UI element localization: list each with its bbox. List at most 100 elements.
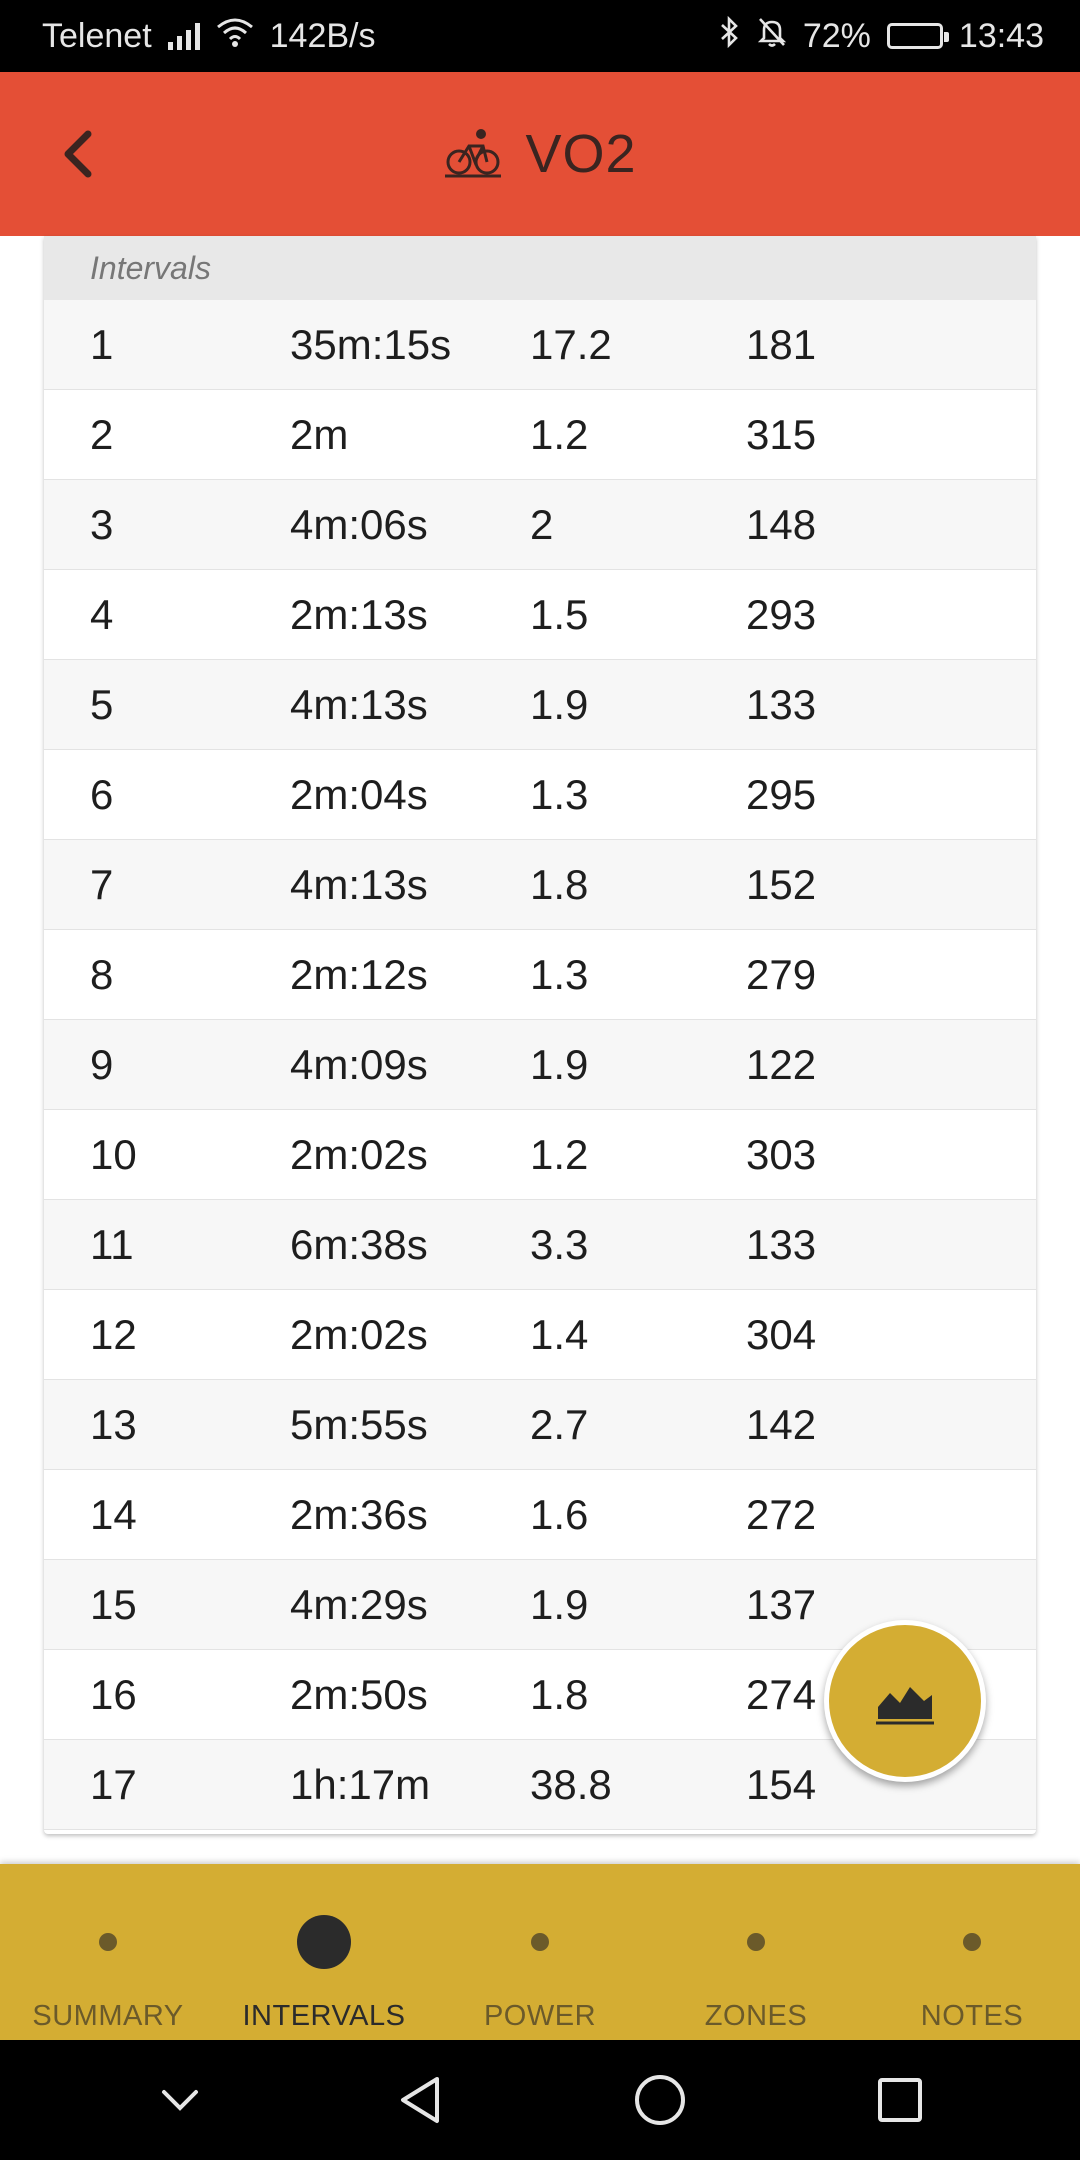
interval-number: 7 [90,860,114,908]
recents-square-icon [878,2078,922,2122]
table-row: 7 4m:13s 1.8 152 [44,840,1036,930]
interval-number: 6 [90,770,114,818]
interval-number: 8 [90,950,114,998]
system-home-button[interactable] [615,2055,705,2145]
home-circle-icon [635,2075,685,2125]
interval-duration: 2m:02s [290,1310,428,1358]
back-button[interactable] [36,112,120,196]
interval-number: 12 [90,1310,137,1358]
table-row: 5 4m:13s 1.9 133 [44,660,1036,750]
bell-muted-icon [757,16,787,57]
chevron-down-icon [162,2090,198,2111]
interval-number: 3 [90,500,114,548]
interval-distance: 1.5 [530,590,589,638]
table-row: 4 2m:13s 1.5 293 [44,570,1036,660]
interval-power: 122 [746,1040,817,1088]
interval-duration: 4m:13s [290,680,428,728]
system-recents-button[interactable] [855,2055,945,2145]
network-speed: 142B/s [269,16,376,55]
interval-number: 2 [90,410,114,458]
interval-duration: 4m:13s [290,860,428,908]
tab-intervals[interactable]: INTERVALS [216,1864,432,2040]
interval-power: 142 [746,1400,817,1448]
tab-indicator [747,1914,765,1970]
page-title: VO2 [525,124,637,184]
interval-number: 17 [90,1760,137,1808]
dot-icon [99,1933,117,1951]
interval-number: 5 [90,680,114,728]
table-row: 14 2m:36s 1.6 272 [44,1470,1036,1560]
dot-icon [531,1933,549,1951]
interval-duration: 2m:36s [290,1490,428,1538]
dot-icon [297,1915,351,1969]
interval-number: 4 [90,590,114,638]
tab-zones[interactable]: ZONES [648,1864,864,2040]
interval-distance: 2 [530,500,554,548]
interval-number: 15 [90,1580,137,1628]
interval-power: 272 [746,1490,817,1538]
table-row: 13 5m:55s 2.7 142 [44,1380,1036,1470]
table-row: 3 4m:06s 2 148 [44,480,1036,570]
interval-number: 9 [90,1040,114,1088]
interval-duration: 4m:09s [290,1040,428,1088]
interval-power: 293 [746,590,817,638]
interval-power: 133 [746,680,817,728]
interval-distance: 1.9 [530,680,589,728]
interval-number: 1 [90,320,114,368]
interval-number: 10 [90,1130,137,1178]
interval-number: 11 [90,1220,134,1268]
tab-notes[interactable]: NOTES [864,1864,1080,2040]
tab-label: ZONES [704,2000,808,2032]
interval-duration: 35m:15s [290,320,452,368]
tab-indicator [531,1914,549,1970]
clock: 13:43 [958,16,1044,55]
interval-duration: 2m [290,410,349,458]
hide-keyboard-button[interactable] [135,2055,225,2145]
area-chart-icon [876,1687,934,1725]
interval-duration: 6m:38s [290,1220,428,1268]
interval-distance: 1.2 [530,1130,589,1178]
interval-distance: 1.9 [530,1040,589,1088]
battery-icon [886,23,949,49]
interval-distance: 38.8 [530,1760,612,1808]
app-bar: VO2 [0,72,1080,236]
interval-distance: 1.3 [530,770,589,818]
intervals-table: Intervals 1 35m:15s 17.2 181 2 2m 1.2 315 3 4m:06… [44,236,1036,1834]
table-row: 6 2m:04s 1.3 295 [44,750,1036,840]
interval-distance: 1.3 [530,950,589,998]
interval-power: 133 [746,1220,817,1268]
chevron-left-icon [64,130,92,178]
system-nav-bar [0,2040,1080,2160]
interval-number: 14 [90,1490,137,1538]
status-bar: Telenet 142B/s 72% 13:43 [0,0,1080,72]
back-triangle-icon [401,2077,439,2123]
bicycle-icon [443,126,503,183]
interval-duration: 2m:13s [290,590,428,638]
table-row: 10 2m:02s 1.2 303 [44,1110,1036,1200]
tab-label: POWER [483,2000,597,2032]
interval-distance: 1.8 [530,860,589,908]
tab-power[interactable]: POWER [432,1864,648,2040]
system-back-button[interactable] [375,2055,465,2145]
interval-distance: 1.2 [530,410,589,458]
interval-power: 279 [746,950,817,998]
tab-indicator [297,1914,351,1970]
tab-label: INTERVALS [242,2000,406,2032]
tab-summary[interactable]: SUMMARY [0,1864,216,2040]
table-row: 11 6m:38s 3.3 133 [44,1200,1036,1290]
signal-icon [167,22,200,50]
battery-percent: 72% [802,16,871,55]
interval-power: 148 [746,500,817,548]
interval-distance: 1.8 [530,1670,589,1718]
table-body: 1 35m:15s 17.2 181 2 2m 1.2 315 3 4m:06s 2 148 4 2m:1… [44,300,1036,1830]
chart-fab-button[interactable] [824,1620,986,1782]
interval-distance: 2.7 [530,1400,589,1448]
interval-duration: 2m:02s [290,1130,428,1178]
interval-power: 315 [746,410,817,458]
interval-distance: 1.4 [530,1310,589,1358]
interval-distance: 1.6 [530,1490,589,1538]
dot-icon [747,1933,765,1951]
bluetooth-icon [719,15,741,57]
interval-distance: 1.9 [530,1580,589,1628]
table-row: 1 35m:15s 17.2 181 [44,300,1036,390]
